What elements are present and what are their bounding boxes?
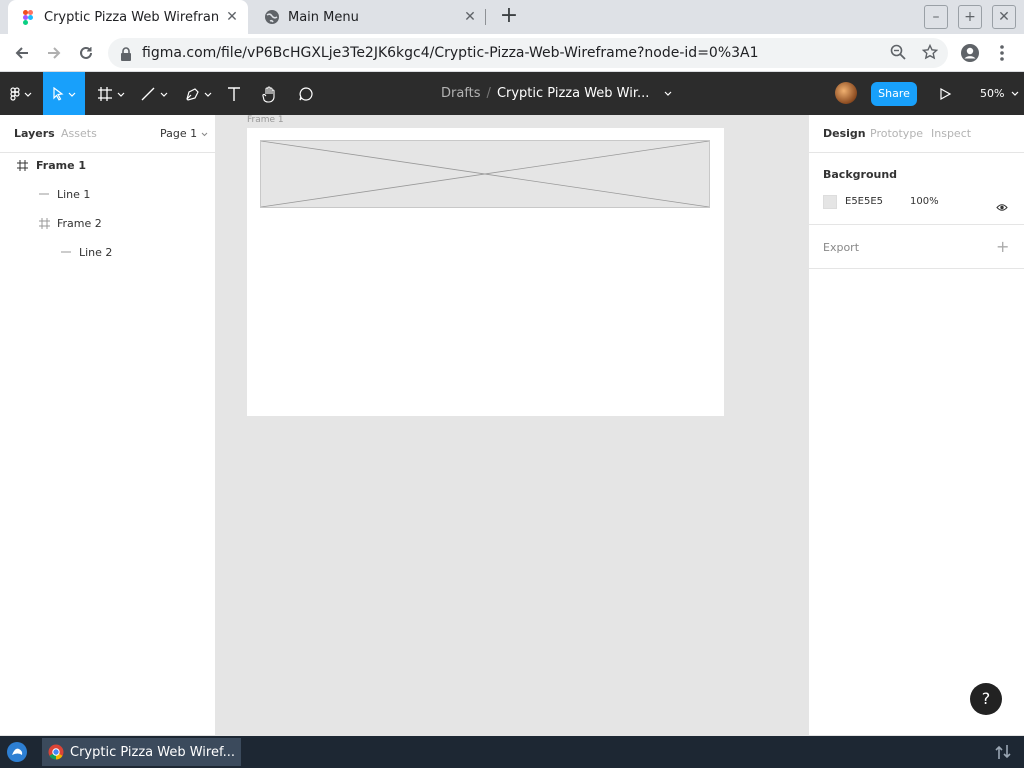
divider [809, 152, 1024, 153]
chrome-icon [48, 744, 64, 760]
add-export-button[interactable]: + [996, 237, 1009, 256]
browser-navbar: figma.com/file/vP6BcHGXLje3Te2JK6kgc4/Cr… [0, 34, 1024, 72]
close-tab-icon[interactable]: ✕ [222, 9, 242, 25]
globe-icon [264, 9, 280, 25]
background-hex-input[interactable]: E5E5E5 [845, 196, 883, 207]
line-icon [38, 188, 50, 200]
tab-cryptic-pizza[interactable]: Cryptic Pizza Web Wirefran ✕ [8, 0, 248, 34]
breadcrumb-separator: / [486, 86, 491, 101]
taskbar-item-title: Cryptic Pizza Web Wiref... [70, 744, 236, 760]
zoom-value: 50% [980, 87, 1005, 100]
close-window-button[interactable]: ✕ [992, 5, 1016, 29]
url-text: figma.com/file/vP6BcHGXLje3Te2JK6kgc4/Cr… [142, 45, 759, 61]
tab-main-menu[interactable]: Main Menu ✕ [252, 0, 486, 34]
line-tool-icon[interactable] [138, 72, 172, 115]
chevron-down-icon [201, 132, 207, 137]
layer-line-1[interactable]: Line 1 [0, 180, 216, 208]
layer-label: Frame 2 [57, 216, 102, 230]
close-tab-icon[interactable]: ✕ [460, 9, 480, 25]
background-color-swatch[interactable] [823, 195, 837, 209]
layers-panel-tabs: Layers Assets Page 1 [0, 115, 216, 153]
eye-icon[interactable] [996, 197, 1008, 216]
background-section-title: Background [823, 168, 898, 181]
move-tool-button[interactable] [43, 72, 85, 115]
tab-title: Cryptic Pizza Web Wirefran [44, 9, 220, 25]
tab-inspect[interactable]: Inspect [931, 127, 971, 140]
frame-icon [38, 217, 50, 229]
tab-design[interactable]: Design [823, 127, 866, 140]
page-selector[interactable]: Page 1 [160, 127, 208, 140]
layer-frame-2[interactable]: Frame 2 [0, 209, 216, 237]
layers-panel: Layers Assets Page 1 Frame 1 Line 1 Fram… [0, 115, 216, 735]
background-opacity-input[interactable]: 100% [910, 196, 939, 207]
back-arrow-icon[interactable] [10, 41, 34, 65]
chevron-down-icon[interactable] [664, 86, 672, 101]
tab-layers[interactable]: Layers [14, 127, 55, 140]
menu-kebab-icon[interactable] [990, 41, 1014, 65]
browser-tab-bar: Cryptic Pizza Web Wirefran ✕ Main Menu ✕… [0, 0, 1024, 34]
frame-2-placeholder[interactable] [260, 140, 710, 208]
divider [809, 224, 1024, 225]
share-button[interactable]: Share [871, 82, 917, 106]
present-play-icon[interactable] [938, 86, 952, 105]
frame-icon [16, 159, 28, 171]
layer-frame-1[interactable]: Frame 1 [0, 151, 216, 179]
divider [809, 268, 1024, 269]
chevron-down-icon [1011, 91, 1019, 96]
comment-tool-icon[interactable] [292, 72, 320, 115]
help-button[interactable]: ? [970, 683, 1002, 715]
reload-icon[interactable] [74, 41, 98, 65]
export-section-title: Export [823, 241, 860, 254]
breadcrumb: Drafts / Cryptic Pizza Web Wir... [441, 86, 672, 101]
tab-title: Main Menu [288, 9, 359, 25]
layer-label: Line 1 [57, 187, 91, 201]
text-tool-icon[interactable] [222, 72, 246, 115]
start-menu-icon[interactable] [6, 741, 28, 767]
line-icon [60, 246, 72, 258]
figma-logo-icon [20, 9, 36, 25]
placeholder-cross-lines [261, 141, 709, 207]
layer-label: Line 2 [79, 245, 113, 259]
lock-icon [120, 46, 132, 65]
pen-tool-icon[interactable] [182, 72, 216, 115]
file-name[interactable]: Cryptic Pizza Web Wir... [497, 86, 649, 101]
properties-panel: Design Prototype Inspect Background E5E5… [808, 115, 1024, 735]
os-taskbar: Cryptic Pizza Web Wiref... [0, 736, 1024, 768]
bookmark-star-icon[interactable] [921, 43, 939, 64]
profile-icon[interactable] [958, 41, 982, 65]
forward-arrow-icon[interactable] [42, 41, 66, 65]
minimize-button[interactable]: – [924, 5, 948, 29]
zoom-level[interactable]: 50% [980, 87, 1019, 100]
frame-1-label[interactable]: Frame 1 [247, 115, 284, 125]
figma-toolbar: Drafts / Cryptic Pizza Web Wir... Share 50… [0, 72, 1024, 115]
layer-line-2[interactable]: Line 2 [0, 238, 216, 266]
frame-tool-icon[interactable] [95, 72, 129, 115]
hand-tool-icon[interactable] [256, 72, 284, 115]
layer-label: Frame 1 [36, 158, 87, 172]
tab-assets[interactable]: Assets [61, 127, 97, 140]
network-arrows-icon[interactable] [994, 744, 1012, 764]
new-tab-button[interactable]: + [498, 5, 520, 27]
avatar[interactable] [835, 82, 857, 104]
page-label: Page 1 [160, 127, 198, 140]
taskbar-chrome-window[interactable]: Cryptic Pizza Web Wiref... [42, 738, 241, 766]
maximize-button[interactable]: + [958, 5, 982, 29]
zoom-magnifier-icon[interactable] [890, 44, 906, 64]
breadcrumb-drafts[interactable]: Drafts [441, 86, 481, 101]
address-bar[interactable]: figma.com/file/vP6BcHGXLje3Te2JK6kgc4/Cr… [108, 38, 948, 68]
tab-prototype[interactable]: Prototype [870, 127, 923, 140]
main-menu-button[interactable] [0, 72, 42, 115]
